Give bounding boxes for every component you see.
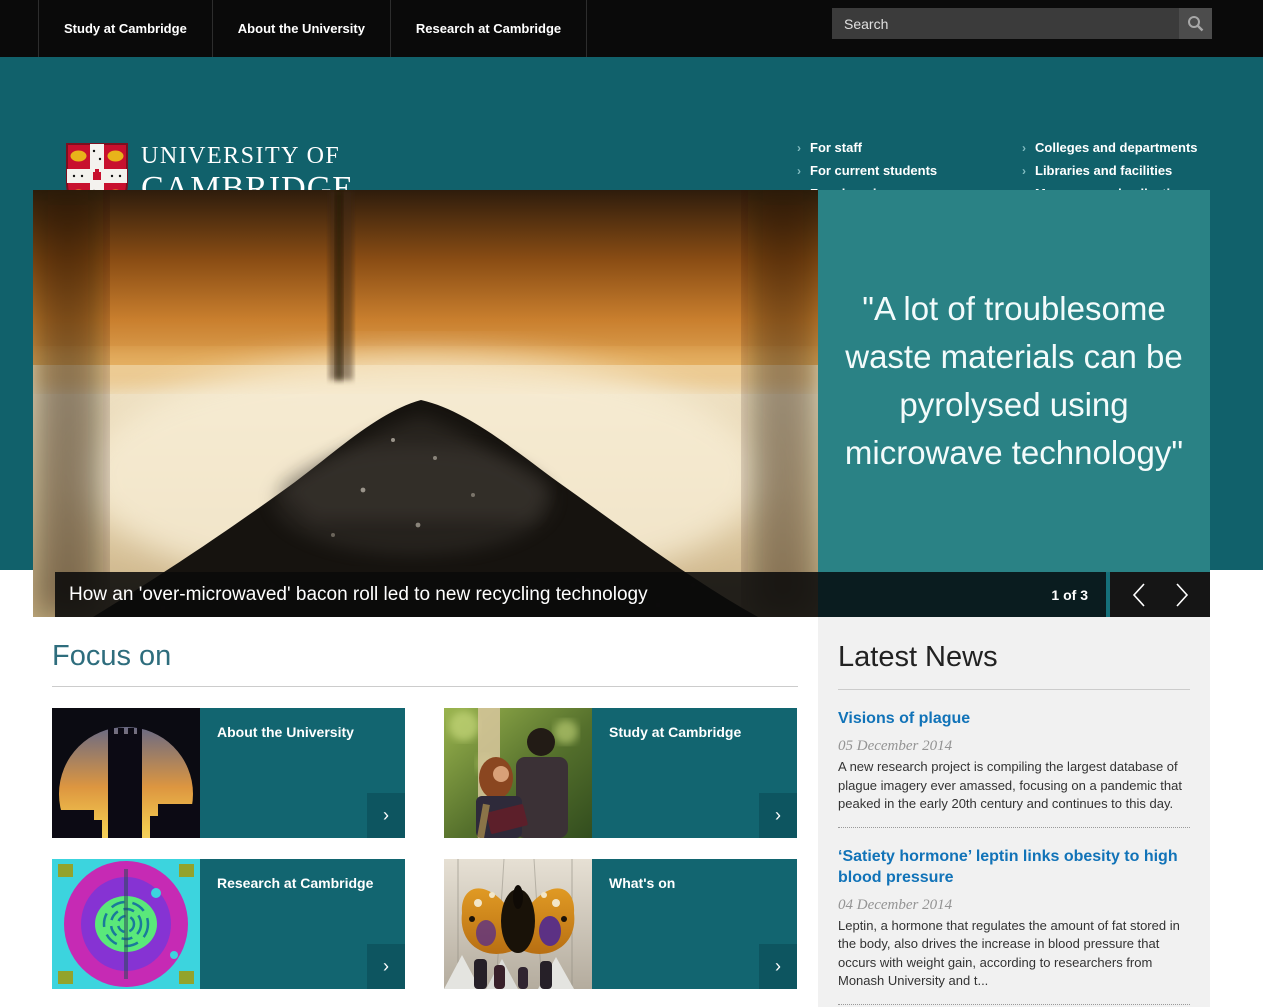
tile-panel: About the University › <box>200 708 405 838</box>
search-icon <box>1187 15 1204 32</box>
tile-panel: Study at Cambridge › <box>592 708 797 838</box>
carousel-quote-text: "A lot of troublesome waste materials ca… <box>842 285 1186 477</box>
carousel-page-counter: 1 of 3 <box>818 572 1106 617</box>
link-libraries-facilities[interactable]: ›Libraries and facilities <box>1022 159 1198 182</box>
search-button[interactable] <box>1179 8 1212 39</box>
carousel-arrows <box>1110 572 1210 617</box>
carousel-caption[interactable]: How an 'over-microwaved' bacon roll led … <box>55 572 818 617</box>
chevron-left-icon <box>1131 582 1147 608</box>
link-colleges-departments[interactable]: ›Colleges and departments <box>1022 136 1198 159</box>
study-cambridge-thumbnail <box>444 708 592 838</box>
tile-label: Study at Cambridge <box>592 708 797 740</box>
tile-label: What's on <box>592 859 797 891</box>
tile-chevron-right-icon[interactable]: › <box>367 793 405 838</box>
focus-divider <box>52 686 798 687</box>
top-bar: Study at Cambridge About the University … <box>0 0 1263 57</box>
link-for-current-students[interactable]: ›For current students <box>797 159 937 182</box>
news-item-summary: A new research project is compiling the … <box>838 758 1190 814</box>
link-for-staff[interactable]: ›For staff <box>797 136 937 159</box>
carousel-prev-button[interactable] <box>1131 582 1147 608</box>
tile-panel: What's on › <box>592 859 797 989</box>
primary-nav: Study at Cambridge About the University … <box>38 0 587 57</box>
site-search <box>832 8 1212 39</box>
tile-label: About the University <box>200 708 405 740</box>
chevron-right-icon: › <box>1022 164 1026 178</box>
whats-on-thumbnail <box>444 859 592 989</box>
research-cambridge-thumbnail <box>52 859 200 989</box>
search-input[interactable] <box>832 8 1179 39</box>
news-item: Visions of plague 05 December 2014 A new… <box>838 690 1190 828</box>
tile-chevron-right-icon[interactable]: › <box>759 793 797 838</box>
news-item-title-link[interactable]: Visions of plague <box>838 708 1190 729</box>
tile-about-the-university[interactable]: About the University › <box>52 708 405 838</box>
chevron-right-icon <box>1174 582 1190 608</box>
chevron-right-icon: › <box>797 141 801 155</box>
tab-about-the-university[interactable]: About the University <box>213 0 391 57</box>
tile-chevron-right-icon[interactable]: › <box>367 944 405 989</box>
news-item-summary: Leptin, a hormone that regulates the amo… <box>838 917 1190 991</box>
tile-chevron-right-icon[interactable]: › <box>759 944 797 989</box>
news-item-date: 05 December 2014 <box>838 738 1190 755</box>
about-university-thumbnail <box>52 708 200 838</box>
latest-news-heading: Latest News <box>838 641 1190 674</box>
news-item-title-link[interactable]: ‘Satiety hormone’ leptin links obesity t… <box>838 846 1190 888</box>
tile-research-at-cambridge[interactable]: Research at Cambridge › <box>52 859 405 989</box>
tab-research-at-cambridge[interactable]: Research at Cambridge <box>391 0 587 57</box>
latest-news-sidebar: Latest News Visions of plague 05 Decembe… <box>818 617 1210 1007</box>
news-item: ‘Satiety hormone’ leptin links obesity t… <box>838 828 1190 1005</box>
carousel-next-button[interactable] <box>1174 582 1190 608</box>
news-item-date: 04 December 2014 <box>838 897 1190 914</box>
tile-study-at-cambridge[interactable]: Study at Cambridge › <box>444 708 797 838</box>
carousel-pagination-bar: 1 of 3 <box>818 572 1210 617</box>
focus-on-heading: Focus on <box>52 640 171 673</box>
tile-panel: Research at Cambridge › <box>200 859 405 989</box>
chevron-right-icon: › <box>1022 141 1026 155</box>
tile-label: Research at Cambridge <box>200 859 405 891</box>
tile-whats-on[interactable]: What's on › <box>444 859 797 989</box>
carousel-quote-panel: "A lot of troublesome waste materials ca… <box>818 190 1210 572</box>
pyrolysed-material-photo <box>33 190 818 617</box>
cambridge-homepage: Study at Cambridge About the University … <box>0 0 1263 1007</box>
chevron-right-icon: › <box>797 164 801 178</box>
carousel-slide-image[interactable]: How an 'over-microwaved' bacon roll led … <box>33 190 818 617</box>
tab-study-at-cambridge[interactable]: Study at Cambridge <box>39 0 213 57</box>
